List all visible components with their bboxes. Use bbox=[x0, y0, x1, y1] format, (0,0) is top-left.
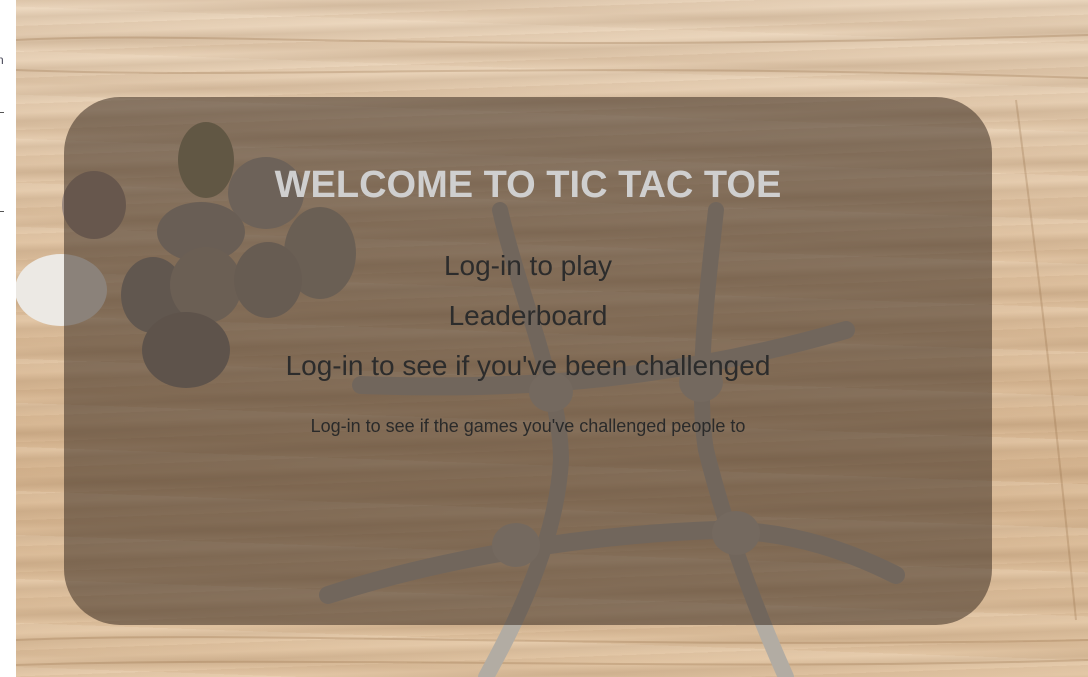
divider bbox=[0, 112, 4, 113]
leaderboard-link[interactable]: Leaderboard bbox=[64, 298, 992, 334]
page-title: WELCOME TO TIC TAC TOE bbox=[274, 164, 782, 206]
login-challenged-link[interactable]: Log-in to see if you've been challenged bbox=[64, 348, 992, 384]
login-sent-challenges-link[interactable]: Log-in to see if the games you've challe… bbox=[64, 414, 992, 438]
left-edge-strip: n bbox=[0, 0, 16, 677]
page: n WELCOME TO TIC TAC TOE Log-in to play … bbox=[0, 0, 1088, 677]
divider bbox=[0, 211, 4, 212]
clipped-text: n bbox=[0, 53, 4, 67]
login-to-play-link[interactable]: Log-in to play bbox=[64, 248, 992, 284]
